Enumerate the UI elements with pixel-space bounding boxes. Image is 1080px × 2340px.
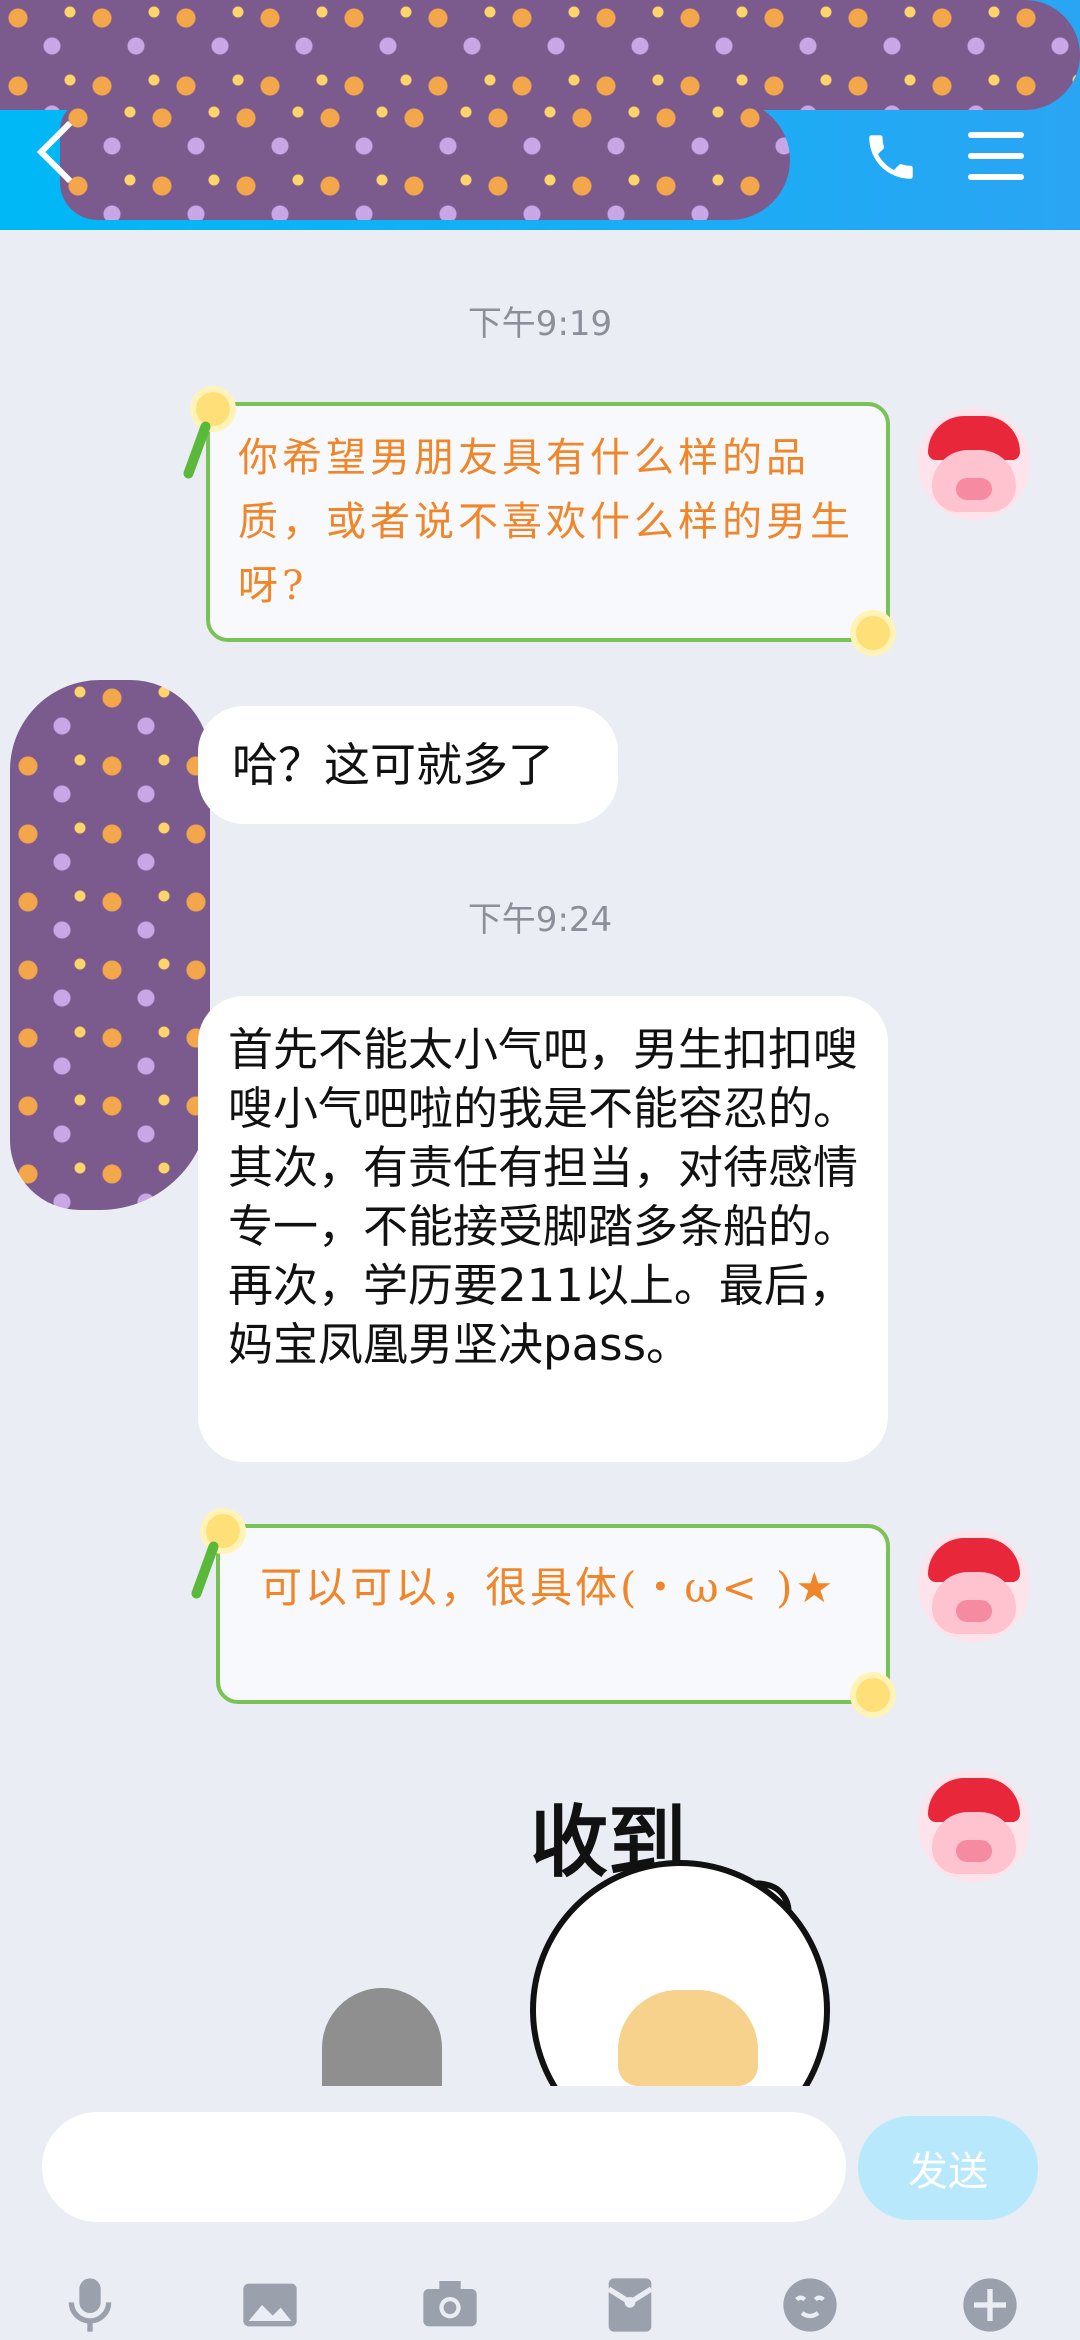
redaction-scribble — [60, 100, 790, 220]
message-text: 哈？这可就多了 — [232, 738, 554, 792]
redaction-scribble — [0, 0, 1080, 110]
self-avatar[interactable] — [918, 408, 1030, 520]
red-packet-icon[interactable] — [595, 2270, 665, 2340]
plus-icon[interactable] — [955, 2270, 1025, 2340]
send-button[interactable]: 发送 — [858, 2116, 1038, 2220]
chat-header — [0, 0, 1080, 230]
self-avatar[interactable] — [918, 1530, 1030, 1642]
redaction-scribble — [10, 680, 210, 1210]
message-card[interactable]: 可以可以，很具体(・ω< )★ — [216, 1524, 890, 1704]
message-card[interactable]: 你希望男朋友具有什么样的品质，或者说不喜欢什么样的男生呀? — [206, 402, 890, 642]
message-bubble[interactable]: 哈？这可就多了 — [198, 706, 618, 824]
message-text: 可以可以，很具体(・ω< )★ — [260, 1563, 837, 1612]
flower-decoration — [856, 1678, 890, 1712]
microphone-icon[interactable] — [55, 2270, 125, 2340]
flower-decoration — [196, 392, 230, 426]
self-avatar[interactable] — [918, 1770, 1030, 1882]
menu-icon[interactable] — [968, 132, 1024, 180]
input-bar: 发送 — [0, 2086, 1080, 2340]
timestamp: 下午9:24 — [467, 900, 613, 940]
phone-icon[interactable] — [862, 128, 920, 186]
message-input[interactable] — [42, 2112, 846, 2222]
timestamp: 下午9:19 — [467, 304, 613, 344]
emoji-icon[interactable] — [775, 2270, 845, 2340]
flower-decoration — [856, 616, 890, 650]
image-icon[interactable] — [235, 2270, 305, 2340]
message-bubble[interactable]: 首先不能太小气吧，男生扣扣嗖嗖小气吧啦的我是不能容忍的。其次，有责任有担当，对待… — [198, 996, 888, 1462]
camera-icon[interactable] — [415, 2270, 485, 2340]
message-text: 你希望男朋友具有什么样的品质，或者说不喜欢什么样的男生呀? — [238, 435, 854, 609]
message-text: 首先不能太小气吧，男生扣扣嗖嗖小气吧啦的我是不能容忍的。其次，有责任有担当，对待… — [228, 1023, 859, 1371]
